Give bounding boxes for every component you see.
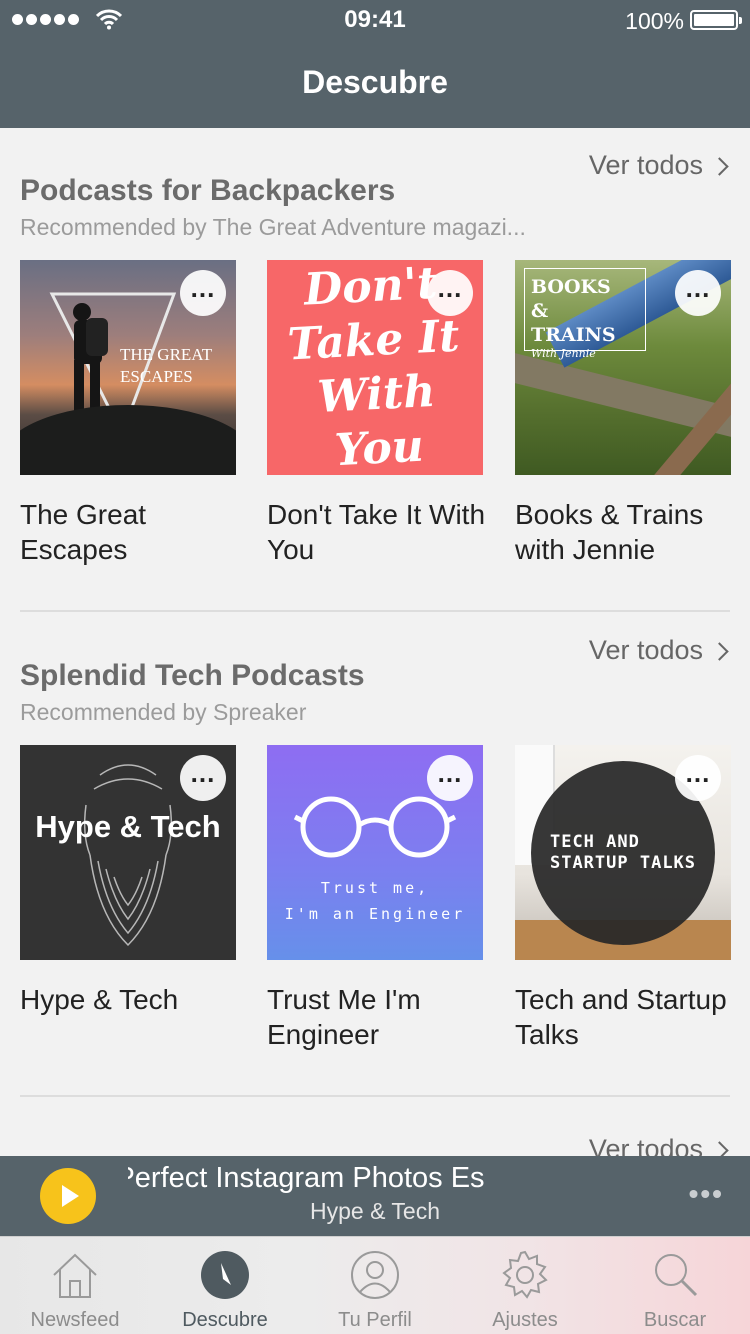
tab-newsfeed[interactable]: Newsfeed: [0, 1237, 150, 1334]
podcast-artwork[interactable]: Don't Take It With You ...: [267, 260, 483, 475]
see-all-link[interactable]: Ver todos: [588, 150, 729, 181]
profile-icon: [351, 1251, 399, 1299]
navigation-bar: Descubre: [0, 40, 750, 128]
artwork-text: TECH AND STARTUP TALKS: [549, 832, 697, 873]
tab-bar: Newsfeed Descubre Tu Perfil Ajustes Busc…: [0, 1236, 750, 1334]
hill-silhouette: [20, 405, 236, 475]
tab-label: Ajustes: [492, 1309, 558, 1331]
more-options-button[interactable]: ...: [427, 270, 473, 316]
podcast-card[interactable]: Hype & Tech ... Hype & Tech: [20, 745, 236, 1017]
see-all-link[interactable]: Ver todos: [588, 635, 729, 666]
podcast-artwork[interactable]: Hype & Tech ...: [20, 745, 236, 960]
podcast-artwork[interactable]: TECH AND STARTUP TALKS ...: [515, 745, 731, 960]
chevron-right-icon: [710, 1141, 729, 1156]
status-bar: 09:41 100%: [0, 0, 750, 40]
podcast-title[interactable]: Don't Take It With You: [267, 497, 497, 567]
section-title: Splendid Tech Podcasts: [20, 659, 365, 692]
page-title: Descubre: [302, 64, 448, 100]
see-all-label: Ver todos: [588, 635, 703, 665]
tab-descubre[interactable]: Descubre: [150, 1237, 300, 1334]
see-all-label: Ver todos: [588, 150, 703, 180]
section-title: Podcasts for Backpackers: [20, 174, 396, 207]
search-icon: [655, 1254, 698, 1297]
podcast-artwork[interactable]: BOOKS & TRAINS With Jennie ...: [515, 260, 731, 475]
glasses-graphic: [293, 796, 457, 858]
podcast-card[interactable]: TECH AND STARTUP TALKS ... Tech and Star…: [515, 745, 731, 1052]
tab-label: Buscar: [643, 1309, 707, 1331]
see-all-label: Ver todos: [588, 1134, 703, 1156]
podcast-card[interactable]: THE GREAT ESCAPES ... The Great Escapes: [20, 260, 236, 567]
artwork-text: Trust me, I'm an Engineer: [284, 879, 466, 923]
section-subtitle: Recommended by Spreaker: [20, 699, 307, 725]
chevron-right-icon: [710, 642, 729, 661]
more-options-button[interactable]: ...: [180, 755, 226, 801]
show-name: Hype & Tech: [310, 1198, 440, 1224]
tab-label: Newsfeed: [30, 1309, 120, 1331]
mini-player[interactable]: 10 Tools for Perfect Instagram Photos Es…: [0, 1156, 750, 1236]
more-options-button[interactable]: ...: [675, 755, 721, 801]
gear-icon: [502, 1250, 548, 1299]
tab-settings[interactable]: Ajustes: [450, 1237, 600, 1334]
more-options-button[interactable]: ...: [180, 270, 226, 316]
episode-title-marquee: 10 Tools for Perfect Instagram Photos Es: [128, 1162, 622, 1198]
podcast-card[interactable]: Trust me, I'm an Engineer ... Trust Me I…: [267, 745, 483, 1052]
battery-percentage: 100%: [625, 8, 684, 34]
podcast-title[interactable]: Tech and Startup Talks: [515, 982, 745, 1052]
section-subtitle: Recommended by The Great Adventure magaz…: [20, 214, 526, 240]
podcast-artwork[interactable]: Trust me, I'm an Engineer ...: [267, 745, 483, 960]
compass-icon: [201, 1251, 249, 1299]
chevron-right-icon: [710, 157, 729, 176]
more-options-button[interactable]: ...: [427, 755, 473, 801]
see-all-link[interactable]: Ver todos: [588, 1134, 729, 1156]
artwork-text: THE GREAT ESCAPES: [120, 345, 213, 386]
podcast-card[interactable]: BOOKS & TRAINS With Jennie ... Books & T…: [515, 260, 731, 567]
podcast-title[interactable]: The Great Escapes: [20, 497, 250, 567]
section-divider: [20, 610, 730, 612]
tab-search[interactable]: Buscar: [600, 1237, 750, 1334]
episode-title: 10 Tools for Perfect Instagram Photos Es: [128, 1162, 485, 1194]
tab-label: Descubre: [182, 1309, 268, 1331]
discover-feed[interactable]: Ver todos Podcasts for Backpackers Recom…: [0, 128, 750, 1156]
more-options-button[interactable]: •••: [689, 1178, 724, 1210]
podcast-artwork[interactable]: THE GREAT ESCAPES ...: [20, 260, 236, 475]
tab-label: Tu Perfil: [338, 1309, 412, 1331]
podcast-title[interactable]: Trust Me I'm Engineer: [267, 982, 497, 1052]
podcast-card[interactable]: Don't Take It With You ... Don't Take It…: [267, 260, 485, 567]
artwork-text: BOOKS & TRAINS With Jennie: [524, 268, 646, 360]
more-options-button[interactable]: ...: [675, 270, 721, 316]
podcast-title[interactable]: Hype & Tech: [20, 982, 250, 1017]
battery-icon: [690, 10, 742, 30]
tab-profile[interactable]: Tu Perfil: [300, 1237, 450, 1334]
home-icon: [53, 1253, 97, 1298]
artwork-text: Hype & Tech: [35, 809, 221, 844]
section-divider: [20, 1095, 730, 1097]
podcast-title[interactable]: Books & Trains with Jennie: [515, 497, 745, 567]
